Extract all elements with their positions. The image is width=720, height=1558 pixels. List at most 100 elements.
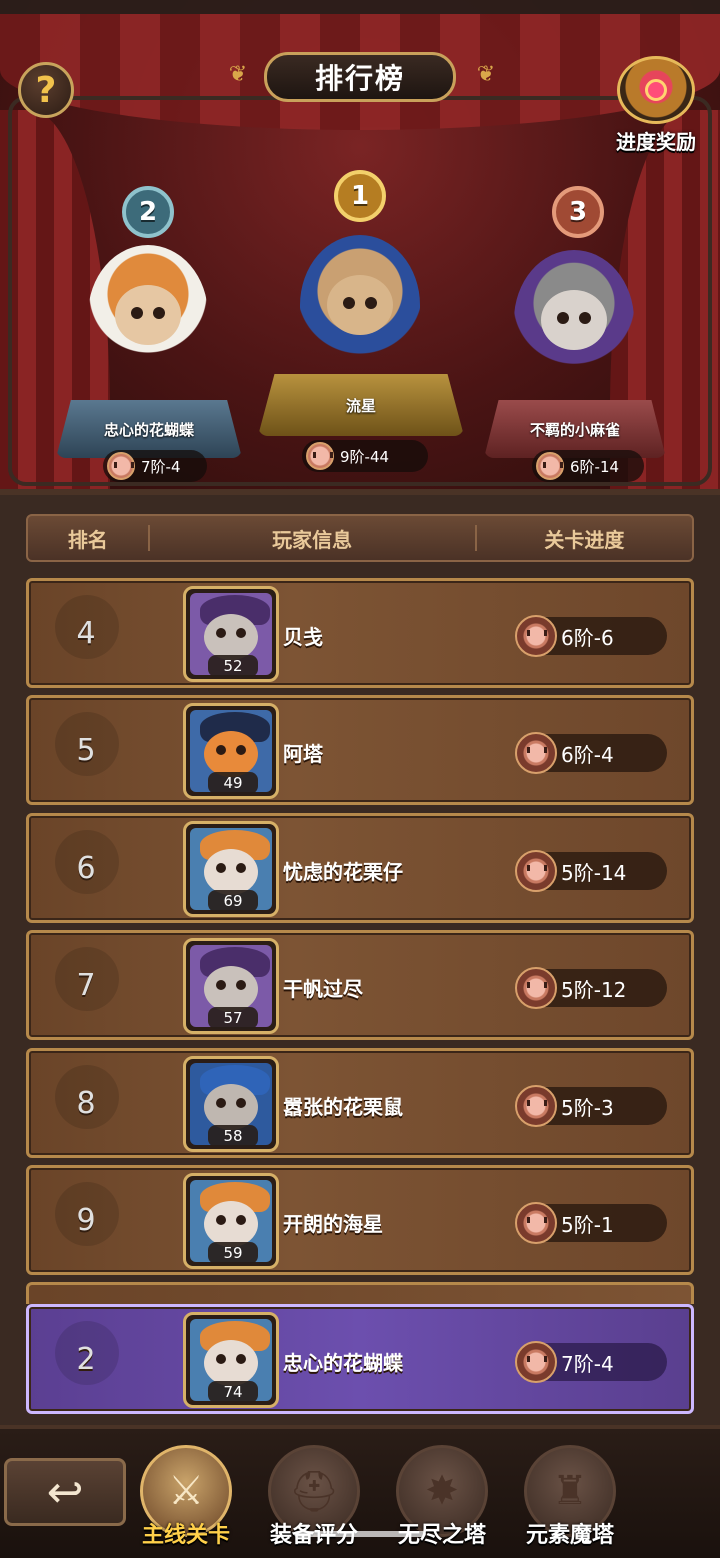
cat-stage-icon xyxy=(107,452,135,480)
chest-gem-icon xyxy=(645,79,667,101)
avatar-face xyxy=(204,1084,258,1130)
avatar-face xyxy=(204,1201,258,1247)
player-level: 49 xyxy=(208,772,258,794)
player-avatar[interactable]: 49 xyxy=(183,703,279,799)
progress-reward-button[interactable]: 进度奖励 xyxy=(604,56,708,154)
cat-stage-icon xyxy=(515,1085,557,1127)
stage-progress: 5阶-1 xyxy=(515,1202,667,1244)
row-rank: 8 xyxy=(49,1065,123,1135)
player-level: 57 xyxy=(208,1007,258,1029)
player-name: 忧虑的花栗仔 xyxy=(283,860,403,884)
row-rank: 9 xyxy=(49,1182,123,1252)
col-rank-header: 排名 xyxy=(67,527,108,552)
rank-badge-2: 2 xyxy=(122,186,174,238)
podium-hero-2[interactable] xyxy=(88,245,208,385)
help-button[interactable]: ? xyxy=(18,62,74,118)
cat-stage-icon xyxy=(515,850,557,892)
stage-progress-text: 5阶-12 xyxy=(561,977,627,1002)
player-avatar[interactable]: 52 xyxy=(183,586,279,682)
table-header: 排名 玩家信息 关卡进度 xyxy=(26,514,694,562)
back-button[interactable]: ↩ xyxy=(4,1458,126,1526)
player-level: 74 xyxy=(208,1381,258,1403)
col-progress-header: 关卡进度 xyxy=(544,527,625,552)
row-rank: 7 xyxy=(49,947,123,1017)
podium-progress-text: 9阶-44 xyxy=(340,447,390,466)
avatar-face xyxy=(204,849,258,895)
rank-badge-1: 1 xyxy=(334,170,386,222)
col-player-header: 玩家信息 xyxy=(272,527,353,552)
player-level: 69 xyxy=(208,890,258,912)
table-row[interactable]: 8 58 嚣张的花栗鼠 5阶-3 xyxy=(26,1048,694,1158)
podium-progress-3: 6阶-14 xyxy=(532,450,644,482)
player-level: 58 xyxy=(208,1125,258,1147)
table-row[interactable]: 5 49 阿塔 6阶-4 xyxy=(26,695,694,805)
page-title: 排行榜 xyxy=(264,52,456,102)
podium-progress-1: 9阶-44 xyxy=(302,440,428,472)
nav-main-stage[interactable]: ⚔ 主线关卡 xyxy=(126,1445,246,1555)
treasure-chest-icon xyxy=(617,56,695,124)
cat-stage-icon xyxy=(515,1341,557,1383)
player-level: 59 xyxy=(208,1242,258,1264)
podium-progress-text: 7阶-4 xyxy=(141,457,181,476)
stage-progress: 5阶-14 xyxy=(515,850,667,892)
player-avatar[interactable]: 58 xyxy=(183,1056,279,1152)
player-name: 阿塔 xyxy=(283,742,323,766)
player-avatar[interactable]: 57 xyxy=(183,938,279,1034)
stage-progress-text: 7阶-4 xyxy=(561,1351,614,1376)
hero-face xyxy=(115,285,181,345)
row-rank: 5 xyxy=(49,712,123,782)
player-name: 忠心的花蝴蝶 xyxy=(283,1351,403,1375)
hero-face xyxy=(327,275,393,335)
my-rank-row[interactable]: 2 74 忠心的花蝴蝶 7阶-4 xyxy=(26,1304,694,1414)
nav-element-tower[interactable]: ♜ 元素魔塔 xyxy=(510,1445,630,1555)
cat-stage-icon xyxy=(536,452,564,480)
avatar-face xyxy=(204,614,258,660)
home-indicator[interactable] xyxy=(294,1531,426,1537)
cat-stage-icon xyxy=(515,1202,557,1244)
back-arrow-icon: ↩ xyxy=(46,1466,84,1518)
stage-progress: 6阶-6 xyxy=(515,615,667,657)
stage-progress-text: 5阶-3 xyxy=(561,1095,614,1120)
player-avatar[interactable]: 59 xyxy=(183,1173,279,1269)
row-rank: 6 xyxy=(49,830,123,900)
table-row[interactable]: 9 59 开朗的海星 5阶-1 xyxy=(26,1165,694,1275)
stage-progress-text: 5阶-1 xyxy=(561,1212,614,1237)
table-row[interactable]: 6 69 忧虑的花栗仔 5阶-14 xyxy=(26,813,694,923)
player-level: 52 xyxy=(208,655,258,677)
nav-equipment-score[interactable]: ⛑ 装备评分 xyxy=(254,1445,374,1555)
stage-progress-text: 6阶-6 xyxy=(561,625,614,650)
player-name: 开朗的海星 xyxy=(283,1212,383,1236)
progress-reward-label: 进度奖励 xyxy=(616,130,696,154)
rank-badge-3: 3 xyxy=(552,186,604,238)
stage-progress: 6阶-4 xyxy=(515,732,667,774)
podium-hero-3[interactable] xyxy=(514,250,634,390)
stage-progress-text: 6阶-4 xyxy=(561,742,614,767)
table-row[interactable]: 4 52 贝戋 6阶-6 xyxy=(26,578,694,688)
row-rank: 4 xyxy=(49,595,123,665)
nav-label: 主线关卡 xyxy=(141,1523,230,1548)
avatar-face xyxy=(204,731,258,777)
hero-face xyxy=(541,290,607,350)
podium-progress-2: 7阶-4 xyxy=(103,450,207,482)
podium-progress-text: 6阶-14 xyxy=(570,457,620,476)
player-name: 嚣张的花栗鼠 xyxy=(283,1095,403,1119)
stage-progress: 7阶-4 xyxy=(515,1341,667,1383)
avatar-face xyxy=(204,1340,258,1386)
table-row[interactable]: 7 57 干帆过尽 5阶-12 xyxy=(26,930,694,1040)
podium-base-1: 流星 xyxy=(258,374,464,436)
player-name: 干帆过尽 xyxy=(283,977,363,1001)
nav-endless-tower[interactable]: ✸ 无尽之塔 xyxy=(382,1445,502,1555)
stage-progress: 5阶-12 xyxy=(515,967,667,1009)
player-avatar[interactable]: 74 xyxy=(183,1312,279,1408)
cat-stage-icon xyxy=(515,732,557,774)
row-rank: 2 xyxy=(49,1321,123,1391)
cat-stage-icon xyxy=(306,442,334,470)
player-avatar[interactable]: 69 xyxy=(183,821,279,917)
podium-hero-1[interactable] xyxy=(300,235,420,375)
nav-label: 元素魔塔 xyxy=(525,1523,614,1548)
cat-stage-icon xyxy=(515,967,557,1009)
stage-progress-text: 5阶-14 xyxy=(561,860,627,885)
cat-stage-icon xyxy=(515,615,557,657)
stage-progress: 5阶-3 xyxy=(515,1085,667,1127)
title-ornament-right-icon: ❦ xyxy=(476,62,496,87)
